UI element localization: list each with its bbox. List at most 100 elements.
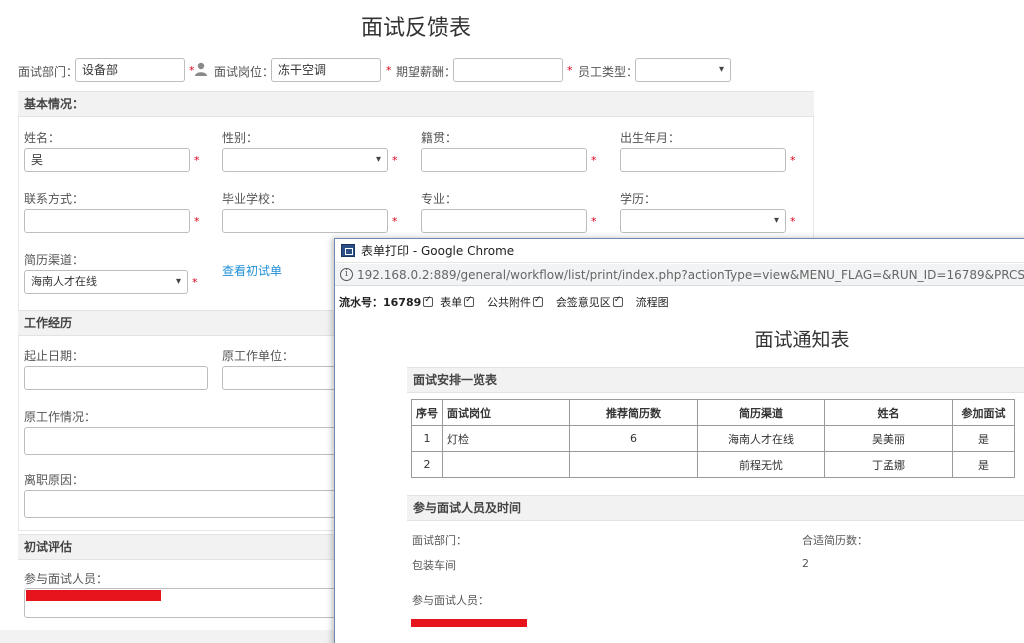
page-title: 面试反馈表 bbox=[360, 16, 471, 41]
work-section-header: 工作经历 bbox=[18, 310, 348, 336]
reason-label: 离职原因： bbox=[24, 473, 85, 487]
date-label: 起止日期： bbox=[24, 349, 85, 363]
checkbox-serial[interactable] bbox=[423, 295, 434, 307]
unit-label: 原工作单位： bbox=[222, 349, 295, 363]
notice-title: 面试通知表 bbox=[754, 329, 850, 351]
school-input[interactable] bbox=[222, 209, 388, 233]
position-label: 面试岗位： bbox=[214, 65, 275, 79]
required-mark: * bbox=[790, 154, 796, 167]
major-input[interactable] bbox=[421, 209, 587, 233]
th-attend: 参加面试 bbox=[952, 399, 1015, 426]
birth-label: 出生年月： bbox=[620, 131, 681, 145]
th-index: 序号 bbox=[411, 399, 443, 426]
situation-label: 原工作情况： bbox=[24, 410, 97, 424]
option-countersign: 会签意见区 bbox=[555, 296, 611, 309]
contact-input[interactable] bbox=[24, 209, 190, 233]
emp-type-label: 员工类型： bbox=[578, 65, 639, 79]
popup-fit-value: 2 bbox=[802, 557, 809, 570]
required-mark: * bbox=[194, 215, 200, 228]
channel-select[interactable]: 海南人才在线 bbox=[24, 270, 188, 294]
print-options: 流水号：16789 表单 公共附件 会签意见区 流程图 bbox=[339, 294, 675, 310]
schedule-section-header: 面试安排一览表 bbox=[407, 367, 1024, 393]
required-mark: * bbox=[392, 215, 398, 228]
view-initial-interview-link[interactable]: 查看初试单 bbox=[222, 262, 282, 279]
participants-label: 参与面试人员： bbox=[24, 572, 109, 586]
popup-fit-label: 合适简历数： bbox=[802, 534, 868, 547]
degree-label: 学历： bbox=[620, 192, 657, 206]
table-row: 2 前程无忧 丁孟娜 是 bbox=[411, 451, 1015, 478]
cell-index: 2 bbox=[411, 451, 443, 478]
cell-position: 灯检 bbox=[442, 425, 570, 452]
situation-input[interactable] bbox=[24, 427, 344, 455]
popup-participants-label: 参与面试人员： bbox=[412, 594, 489, 607]
school-label: 毕业学校： bbox=[222, 192, 283, 206]
dept-label: 面试部门： bbox=[18, 65, 79, 79]
th-name: 姓名 bbox=[824, 399, 953, 426]
print-popup-window: 表单打印 - Google Chrome i 192.168.0.2:889/g… bbox=[334, 238, 1024, 643]
required-mark: * bbox=[790, 215, 796, 228]
salary-label: 期望薪酬： bbox=[396, 65, 457, 79]
checkbox-attachments[interactable] bbox=[532, 295, 543, 307]
required-mark: * bbox=[386, 64, 392, 77]
contact-label: 联系方式： bbox=[24, 192, 85, 206]
interview-schedule-table: 序号 面试岗位 推荐简历数 简历渠道 姓名 参加面试 1 灯检 6 海南人才在线… bbox=[411, 399, 1015, 478]
cell-position bbox=[442, 451, 570, 478]
basic-section-header: 基本情况： bbox=[18, 91, 814, 117]
popup-titlebar[interactable]: 表单打印 - Google Chrome bbox=[335, 239, 1024, 263]
serial-label: 流水号： bbox=[339, 296, 383, 309]
birth-input[interactable] bbox=[620, 148, 786, 172]
cell-resume-count: 6 bbox=[569, 425, 698, 452]
required-mark: * bbox=[591, 154, 597, 167]
serial-value: 16789 bbox=[383, 296, 422, 309]
origin-label: 籍贯： bbox=[421, 131, 458, 145]
table-row: 1 灯检 6 海南人才在线 吴美丽 是 bbox=[411, 425, 1015, 452]
required-mark: * bbox=[392, 154, 398, 167]
bottom-band bbox=[0, 630, 340, 643]
degree-select[interactable] bbox=[620, 209, 786, 233]
channel-label: 简历渠道： bbox=[24, 253, 85, 267]
checkbox-countersign[interactable] bbox=[612, 295, 623, 307]
option-flowchart: 流程图 bbox=[635, 296, 669, 309]
people-section-header: 参与面试人员及时间 bbox=[407, 495, 1024, 521]
eval-section-header: 初试评估 bbox=[18, 534, 348, 560]
popup-redaction-bar bbox=[411, 619, 527, 627]
cell-channel: 前程无忧 bbox=[697, 451, 825, 478]
name-label: 姓名： bbox=[24, 131, 61, 145]
popup-dept-value: 包装车间 bbox=[412, 559, 456, 572]
required-mark: * bbox=[567, 64, 573, 77]
address-url: 192.168.0.2:889/general/workflow/list/pr… bbox=[357, 268, 1024, 282]
cell-attend: 是 bbox=[952, 425, 1015, 452]
option-attachments: 公共附件 bbox=[486, 296, 531, 309]
cell-name: 吴美丽 bbox=[824, 425, 953, 452]
info-icon[interactable]: i bbox=[340, 268, 353, 281]
origin-input[interactable] bbox=[421, 148, 587, 172]
user-icon[interactable] bbox=[195, 62, 207, 76]
cell-index: 1 bbox=[411, 425, 443, 452]
popup-window-title: 表单打印 - Google Chrome bbox=[361, 244, 515, 258]
date-input[interactable] bbox=[24, 366, 208, 390]
address-bar[interactable]: i 192.168.0.2:889/general/workflow/list/… bbox=[335, 264, 1024, 286]
redaction-bar bbox=[26, 590, 161, 601]
emp-type-select[interactable] bbox=[635, 58, 731, 82]
th-channel: 简历渠道 bbox=[697, 399, 825, 426]
name-input[interactable]: 吴 bbox=[24, 148, 190, 172]
cell-name: 丁孟娜 bbox=[824, 451, 953, 478]
dept-input[interactable]: 设备部 bbox=[75, 58, 185, 82]
gender-label: 性别： bbox=[222, 131, 259, 145]
unit-input[interactable] bbox=[222, 366, 342, 390]
reason-input[interactable] bbox=[24, 490, 344, 518]
th-resume-count: 推荐简历数 bbox=[569, 399, 698, 426]
required-mark: * bbox=[591, 215, 597, 228]
salary-input[interactable] bbox=[453, 58, 563, 82]
table-header-row: 序号 面试岗位 推荐简历数 简历渠道 姓名 参加面试 bbox=[411, 399, 1015, 426]
cell-channel: 海南人才在线 bbox=[697, 425, 825, 452]
cell-attend: 是 bbox=[952, 451, 1015, 478]
gender-select[interactable] bbox=[222, 148, 388, 172]
popup-dept-label: 面试部门： bbox=[412, 534, 467, 547]
th-position: 面试岗位 bbox=[442, 399, 570, 426]
required-mark: * bbox=[192, 276, 198, 289]
option-form: 表单 bbox=[440, 296, 463, 309]
major-label: 专业： bbox=[421, 192, 458, 206]
position-input[interactable]: 冻干空调 bbox=[271, 58, 381, 82]
checkbox-form[interactable] bbox=[464, 295, 475, 307]
